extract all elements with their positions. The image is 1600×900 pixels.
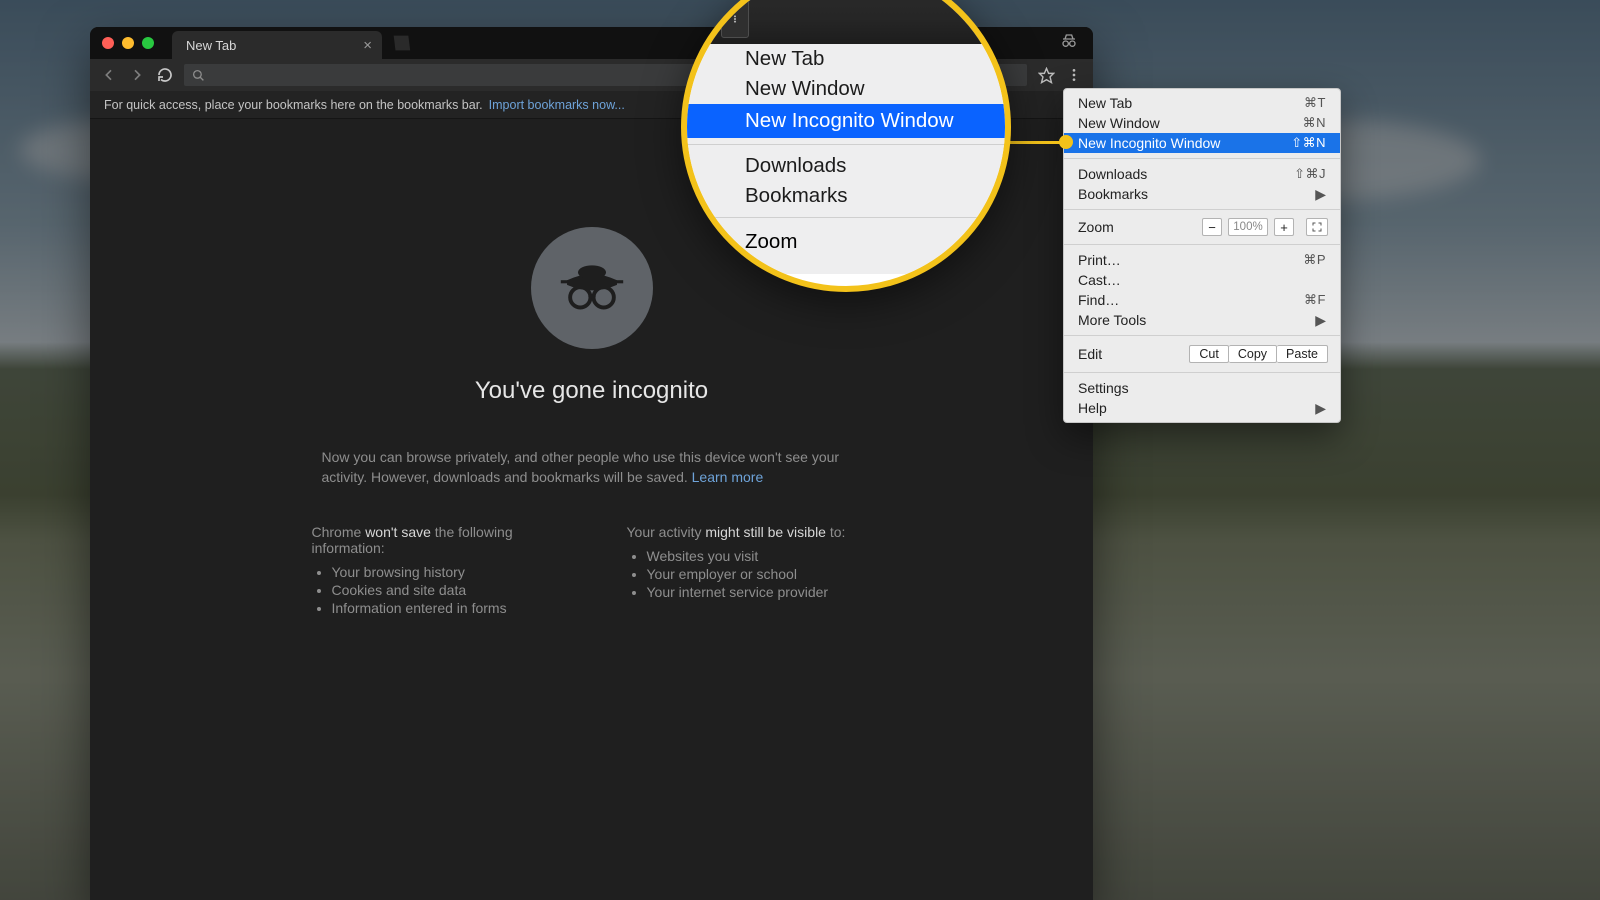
learn-more-link[interactable]: Learn more [692, 469, 764, 485]
bookmark-star-icon[interactable] [1037, 66, 1055, 84]
menu-print[interactable]: Print… ⌘P [1064, 250, 1340, 270]
zoom-in-button[interactable]: + [1274, 218, 1294, 236]
incognito-hero-icon [531, 227, 653, 349]
window-maximize-button[interactable] [142, 37, 154, 49]
list-item: Your browsing history [332, 564, 557, 580]
callout-dot [1059, 135, 1073, 149]
menu-new-window[interactable]: New Window ⌘N [1064, 113, 1340, 133]
chrome-menu-button[interactable] [1065, 66, 1083, 84]
menu-new-incognito-window[interactable]: New Incognito Window ⇧⌘N [1064, 133, 1340, 153]
menu-help[interactable]: Help ▶ [1064, 398, 1340, 418]
chevron-right-icon: ▶ [1315, 400, 1326, 417]
chrome-menu-button [721, 0, 749, 38]
zoom-value: 100% [1228, 218, 1268, 236]
wont-save-column: Chrome won't save the following informat… [312, 524, 557, 618]
menu-find[interactable]: Find… ⌘F [1064, 290, 1340, 310]
back-button[interactable] [100, 66, 118, 84]
tab-close-icon[interactable]: × [363, 38, 372, 53]
mag-menu-new-window: New Window [681, 74, 1011, 104]
mag-menu-new-tab: New Tab [681, 44, 1011, 74]
forward-button[interactable] [128, 66, 146, 84]
menu-zoom: Zoom − 100% + [1064, 215, 1340, 239]
menu-new-tab[interactable]: New Tab ⌘T [1064, 93, 1340, 113]
incognito-description: Now you can browse privately, and other … [322, 447, 862, 488]
callout-line [1004, 141, 1065, 144]
fullscreen-button[interactable] [1306, 218, 1328, 236]
menu-bookmarks[interactable]: Bookmarks ▶ [1064, 184, 1340, 204]
edit-paste-button[interactable]: Paste [1277, 345, 1328, 363]
incognito-heading: You've gone incognito [475, 377, 708, 405]
browser-tab[interactable]: New Tab × [172, 31, 382, 59]
window-minimize-button[interactable] [122, 37, 134, 49]
list-item: Your internet service provider [647, 584, 872, 600]
mag-menu-downloads: Downloads [681, 151, 1011, 181]
chrome-menu: New Tab ⌘T New Window ⌘N New Incognito W… [1063, 88, 1341, 423]
menu-edit: Edit Cut Copy Paste [1064, 341, 1340, 367]
import-bookmarks-link[interactable]: Import bookmarks now... [489, 98, 625, 112]
list-item: Information entered in forms [332, 600, 557, 616]
bookmarks-hint: For quick access, place your bookmarks h… [104, 98, 483, 112]
window-controls [102, 37, 154, 49]
chevron-right-icon: ▶ [1315, 312, 1326, 329]
mag-menu-new-incognito: New Incognito Window [681, 104, 1011, 138]
bookmark-star-icon [685, 14, 707, 36]
window-close-button[interactable] [102, 37, 114, 49]
incognito-indicator-icon [1059, 33, 1079, 49]
magnifier-callout: New Tab New Window New Incognito Window … [681, 0, 1011, 292]
menu-settings[interactable]: Settings [1064, 378, 1340, 398]
zoom-out-button[interactable]: − [1202, 218, 1222, 236]
mag-menu-bookmarks: Bookmarks [681, 181, 1011, 211]
list-item: Cookies and site data [332, 582, 557, 598]
menu-more-tools[interactable]: More Tools ▶ [1064, 310, 1340, 330]
chevron-right-icon: ▶ [1315, 186, 1326, 203]
menu-cast[interactable]: Cast… [1064, 270, 1340, 290]
reload-button[interactable] [156, 66, 174, 84]
menu-downloads[interactable]: Downloads ⇧⌘J [1064, 164, 1340, 184]
edit-copy-button[interactable]: Copy [1229, 345, 1277, 363]
new-tab-button[interactable] [390, 32, 412, 54]
visible-to-column: Your activity might still be visible to:… [627, 524, 872, 618]
search-icon [192, 69, 205, 82]
tab-title: New Tab [186, 38, 236, 53]
mag-menu-zoom: Zoom [745, 230, 797, 254]
list-item: Websites you visit [647, 548, 872, 564]
edit-cut-button[interactable]: Cut [1189, 345, 1228, 363]
list-item: Your employer or school [647, 566, 872, 582]
